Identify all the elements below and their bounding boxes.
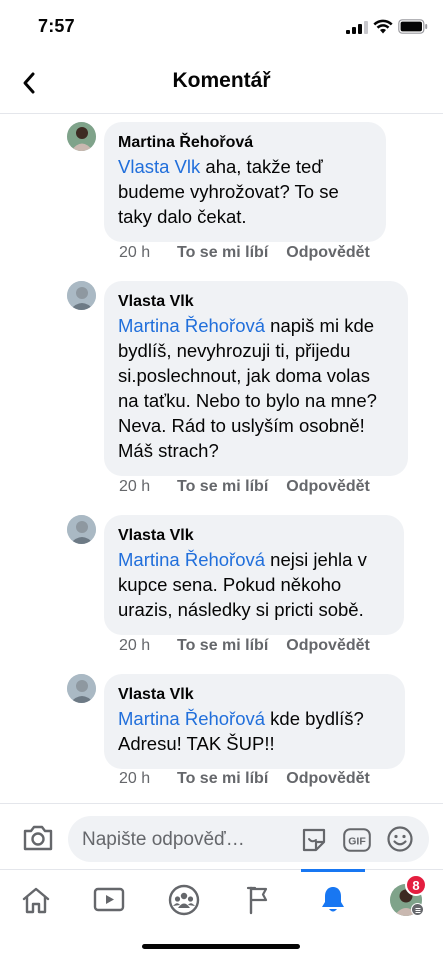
menu-icon — [411, 903, 424, 916]
avatar[interactable] — [67, 515, 96, 544]
wifi-icon — [373, 19, 393, 34]
comment-text: Martina Řehořová napiš mi kde bydlíš, ne… — [118, 313, 394, 463]
comment-actions: 20 h To se mi líbí Odpovědět — [119, 244, 388, 262]
user-photo-icon — [67, 122, 96, 151]
cellular-signal-icon — [346, 21, 368, 34]
comment-actions: 20 h To se mi líbí Odpovědět — [119, 478, 388, 496]
groups-icon — [168, 884, 200, 916]
like-button[interactable]: To se mi líbí — [177, 244, 268, 262]
pages-flag-icon — [246, 886, 268, 915]
gif-icon: GIF — [343, 828, 371, 852]
gif-button[interactable]: GIF — [343, 828, 371, 852]
comment-bubble: Vlasta Vlk Martina Řehořová nejsi jehla … — [104, 515, 404, 635]
reply-field[interactable]: GIF — [68, 816, 429, 862]
avatar[interactable] — [67, 674, 96, 703]
page-title: Komentář — [172, 69, 271, 92]
comment-author[interactable]: Vlasta Vlk — [118, 526, 390, 546]
reply-button[interactable]: Odpovědět — [286, 478, 370, 496]
mention-link[interactable]: Vlasta Vlk — [118, 156, 200, 177]
comment-body: napiš mi kde bydlíš, nevyhrozuji ti, při… — [118, 315, 377, 461]
video-icon — [93, 887, 125, 912]
notifications-bell-icon — [322, 887, 344, 912]
comment-bubble: Martina Řehořová Vlasta Vlk aha, takže t… — [104, 122, 386, 242]
reply-composer: GIF — [0, 803, 443, 869]
nav-notifications[interactable] — [301, 869, 365, 930]
comment-bubble: Vlasta Vlk Martina Řehořová kde bydlíš? … — [104, 674, 405, 769]
user-photo-icon — [67, 674, 96, 703]
nav-video[interactable] — [77, 870, 141, 930]
battery-icon — [398, 19, 428, 34]
comment-author[interactable]: Martina Řehořová — [118, 133, 372, 153]
notification-badge: 8 — [405, 874, 427, 896]
status-time: 7:57 — [38, 16, 75, 36]
comment-author[interactable]: Vlasta Vlk — [118, 685, 391, 705]
comment-actions: 20 h To se mi líbí Odpovědět — [119, 770, 388, 788]
gif-label: GIF — [348, 836, 366, 848]
reply-button[interactable]: Odpovědět — [286, 770, 370, 788]
avatar[interactable] — [67, 281, 96, 310]
mention-link[interactable]: Martina Řehořová — [118, 708, 265, 729]
reply-button[interactable]: Odpovědět — [286, 244, 370, 262]
nav-pages[interactable] — [227, 870, 291, 930]
header: Komentář — [0, 56, 443, 114]
comment-bubble: Vlasta Vlk Martina Řehořová napiš mi kde… — [104, 281, 408, 476]
comment-author[interactable]: Vlasta Vlk — [118, 292, 394, 312]
sticker-icon[interactable] — [300, 826, 328, 854]
camera-icon[interactable] — [22, 824, 54, 852]
nav-home[interactable] — [4, 870, 68, 930]
emoji-icon[interactable] — [386, 825, 414, 853]
active-tab-indicator — [301, 869, 365, 872]
home-icon — [22, 887, 50, 914]
like-button[interactable]: To se mi líbí — [177, 637, 268, 655]
like-button[interactable]: To se mi líbí — [177, 478, 268, 496]
comment-actions: 20 h To se mi líbí Odpovědět — [119, 637, 388, 655]
comment-time: 20 h — [119, 637, 151, 654]
home-indicator — [142, 944, 300, 949]
comment-text: Vlasta Vlk aha, takže teď budeme vyhrožo… — [118, 154, 372, 229]
user-photo-icon — [67, 281, 96, 310]
comment-text: Martina Řehořová nejsi jehla v kupce sen… — [118, 547, 390, 622]
comment-time: 20 h — [119, 244, 151, 261]
comment-text: Martina Řehořová kde bydlíš? Adresu! TAK… — [118, 706, 391, 756]
reply-input[interactable] — [82, 828, 292, 852]
like-button[interactable]: To se mi líbí — [177, 770, 268, 788]
comment-time: 20 h — [119, 478, 151, 495]
comment-time: 20 h — [119, 770, 151, 787]
mention-link[interactable]: Martina Řehořová — [118, 315, 265, 336]
nav-groups[interactable] — [152, 870, 216, 930]
reply-button[interactable]: Odpovědět — [286, 637, 370, 655]
mention-link[interactable]: Martina Řehořová — [118, 549, 265, 570]
user-photo-icon — [67, 515, 96, 544]
avatar[interactable] — [67, 122, 96, 151]
status-bar: 7:57 — [0, 0, 443, 56]
